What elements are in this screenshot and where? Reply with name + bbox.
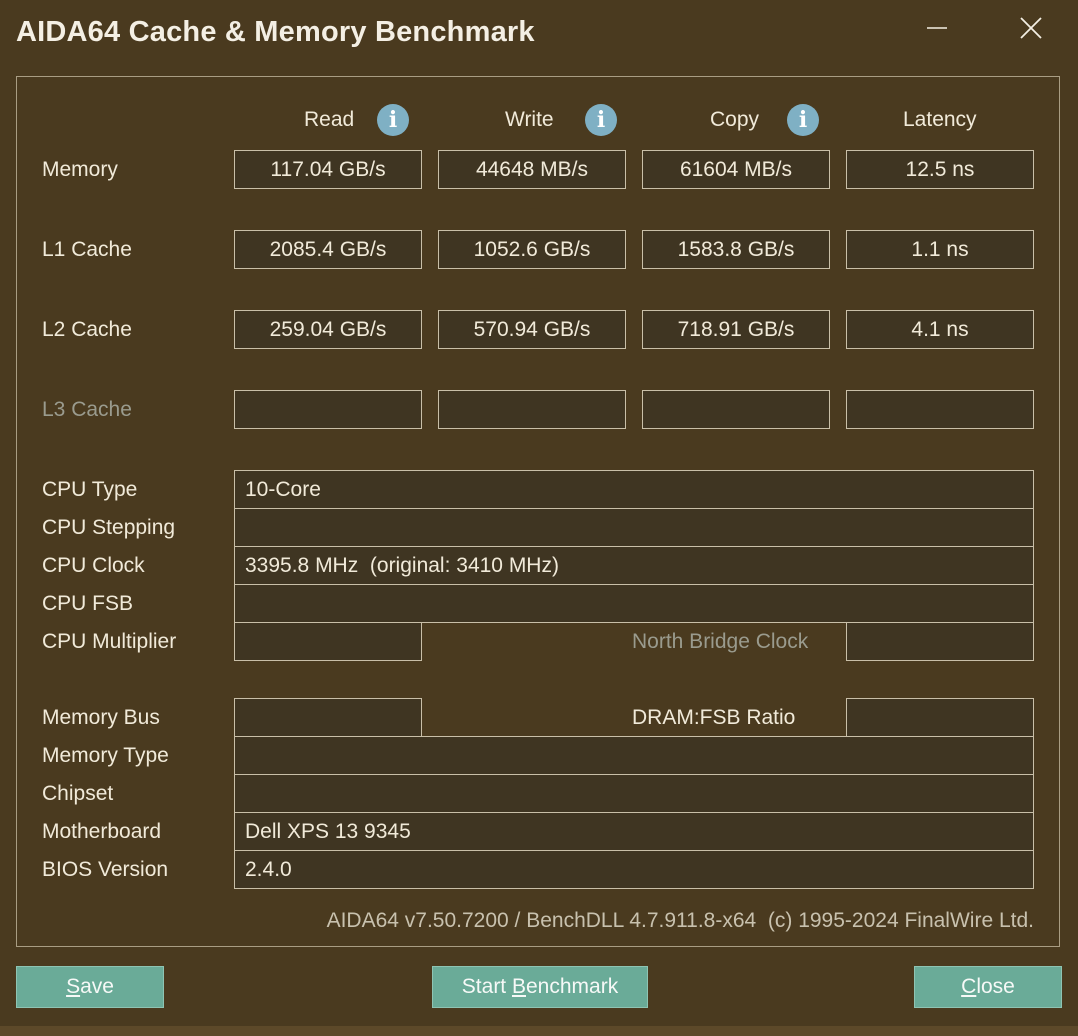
memory-copy-value: 61604 MB/s [642,150,830,189]
cpu-multiplier-label: CPU Multiplier [42,630,177,653]
l3-read-value [234,390,422,429]
l2-write-value: 570.94 GB/s [438,310,626,349]
column-header-copy: Copy [710,108,760,131]
cpu-stepping-value [234,508,1034,547]
l3-write-value [438,390,626,429]
row-label-l1-cache: L1 Cache [42,238,132,261]
start-benchmark-button[interactable]: Start Benchmark [432,966,648,1008]
minimize-button[interactable] [914,10,960,46]
row-label-memory: Memory [42,158,118,181]
memory-write-value: 44648 MB/s [438,150,626,189]
close-icon [1020,17,1042,39]
memory-bus-value [234,698,422,737]
cpu-multiplier-value [234,622,422,661]
bios-version-label: BIOS Version [42,858,169,881]
cpu-clock-label: CPU Clock [42,554,145,577]
l1-latency-value: 1.1 ns [846,230,1034,269]
chipset-label: Chipset [42,782,114,805]
column-header-write: Write [505,108,554,131]
l3-latency-value [846,390,1034,429]
info-icon[interactable]: i [787,104,819,136]
memory-latency-value: 12.5 ns [846,150,1034,189]
dram-fsb-ratio-label: DRAM:FSB Ratio [632,706,796,729]
close-button[interactable]: Close [914,966,1062,1008]
start-benchmark-button-label: Start Benchmark [461,975,619,998]
cpu-fsb-label: CPU FSB [42,592,134,615]
north-bridge-clock-label: North Bridge Clock [632,630,809,653]
window-bottom-edge [0,1026,1078,1036]
memory-type-value [234,736,1034,775]
version-footer: AIDA64 v7.50.7200 / BenchDLL 4.7.911.8-x… [326,909,1034,932]
l1-write-value: 1052.6 GB/s [438,230,626,269]
chipset-value [234,774,1034,813]
info-icon[interactable]: i [585,104,617,136]
l2-latency-value: 4.1 ns [846,310,1034,349]
bios-version-value: 2.4.0 [234,850,1034,889]
l2-copy-value: 718.91 GB/s [642,310,830,349]
memory-bus-label: Memory Bus [42,706,160,729]
memory-type-label: Memory Type [42,744,169,767]
cpu-type-value: 10-Core [234,470,1034,509]
motherboard-value: Dell XPS 13 9345 [234,812,1034,851]
window-title: AIDA64 Cache & Memory Benchmark [16,16,535,48]
dram-fsb-ratio-value [846,698,1034,737]
l1-copy-value: 1583.8 GB/s [642,230,830,269]
memory-read-value: 117.04 GB/s [234,150,422,189]
window-close-button[interactable] [1008,10,1054,46]
l1-read-value: 2085.4 GB/s [234,230,422,269]
save-button-label: Save [66,975,114,998]
cpu-stepping-label: CPU Stepping [42,516,176,539]
minimize-icon [927,27,947,29]
column-header-latency: Latency [903,108,977,131]
north-bridge-clock-value [846,622,1034,661]
row-label-l3-cache: L3 Cache [42,398,132,421]
row-label-l2-cache: L2 Cache [42,318,132,341]
cpu-fsb-value [234,584,1034,623]
info-icon[interactable]: i [377,104,409,136]
cpu-type-label: CPU Type [42,478,138,501]
save-button[interactable]: Save [16,966,164,1008]
l3-copy-value [642,390,830,429]
l2-read-value: 259.04 GB/s [234,310,422,349]
column-header-read: Read [304,108,355,131]
motherboard-label: Motherboard [42,820,162,843]
cpu-clock-value: 3395.8 MHz (original: 3410 MHz) [234,546,1034,585]
close-button-label: Close [961,975,1015,998]
